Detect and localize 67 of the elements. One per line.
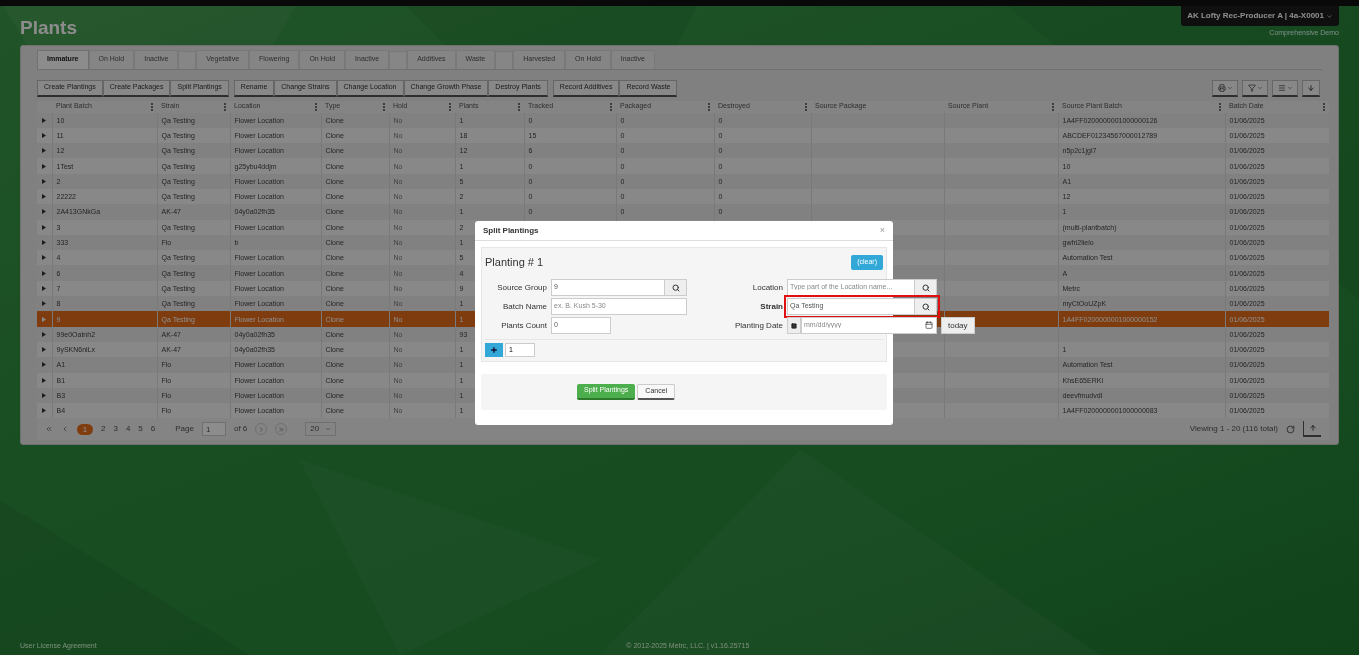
field-label: Batch Name	[501, 300, 547, 313]
page-link[interactable]: 2	[101, 423, 106, 436]
expand-arrow-icon[interactable]	[42, 377, 47, 383]
calendar-icon	[791, 322, 797, 329]
field-label: Location	[751, 281, 783, 294]
page-link[interactable]: 5	[138, 423, 143, 436]
expand-arrow-icon[interactable]	[42, 194, 47, 200]
expand-arrow-icon[interactable]	[42, 224, 47, 230]
page-count: of 6	[233, 423, 248, 436]
previous-page-icon[interactable]	[61, 425, 69, 434]
planting-title: Planting # 1	[485, 255, 544, 270]
dropdown-button[interactable]	[1212, 79, 1238, 97]
expand-arrow-icon[interactable]	[42, 285, 47, 291]
add-button[interactable]	[485, 342, 503, 357]
printer-icon	[1217, 83, 1226, 92]
field-label: Plants Count	[500, 319, 547, 332]
expand-arrow-icon[interactable]	[42, 132, 47, 138]
page-label: Page	[175, 423, 194, 436]
caret-icon	[1326, 12, 1333, 20]
expand-arrow-icon[interactable]	[42, 117, 47, 123]
plus-icon	[490, 345, 498, 354]
page-link[interactable]: 6	[150, 423, 156, 436]
expand-arrow-icon[interactable]	[42, 178, 47, 184]
expand-arrow-icon[interactable]	[42, 393, 47, 398]
expand-arrow-icon[interactable]	[42, 316, 47, 322]
expand-arrow-icon[interactable]	[42, 163, 47, 169]
page-title: Plants	[20, 16, 78, 40]
first-page-icon[interactable]	[45, 425, 53, 434]
caret-icon	[325, 426, 332, 433]
expand-arrow-icon[interactable]	[42, 408, 47, 414]
search-icon	[921, 283, 930, 292]
field-label: Planting Date	[733, 319, 783, 332]
dialog-title: Split Plantings	[483, 224, 539, 237]
expand-arrow-icon[interactable]	[42, 148, 47, 154]
expand-arrow-icon[interactable]	[42, 209, 47, 215]
expand-arrow-icon[interactable]	[42, 362, 47, 368]
dropdown-button[interactable]	[1272, 79, 1298, 97]
page-size-select[interactable]: 20	[305, 422, 337, 437]
dropdown-button[interactable]	[1242, 79, 1268, 97]
page-link[interactable]: 1	[77, 423, 93, 435]
search-icon	[671, 283, 680, 292]
filter-icon	[1247, 83, 1256, 92]
refresh-icon[interactable]	[1286, 424, 1295, 434]
arrow-down-icon	[1307, 83, 1315, 92]
expand-arrow-icon[interactable]	[42, 270, 47, 276]
field-label: Strain	[759, 300, 783, 313]
arrow-up-icon	[1308, 424, 1317, 433]
expand-arrow-icon[interactable]	[42, 240, 47, 245]
calendar-icon	[925, 321, 933, 329]
field-label: Source Group	[496, 281, 547, 294]
account-dropdown[interactable]: AK Lofty Rec-Producer A | 4a-X0001	[1181, 6, 1339, 26]
today-button[interactable]: today	[941, 317, 975, 334]
expand-arrow-icon[interactable]	[42, 347, 47, 353]
page-input[interactable]: 1	[201, 422, 226, 437]
download-button[interactable]	[1302, 79, 1320, 97]
expand-arrow-icon[interactable]	[42, 301, 47, 307]
menu-icon	[1277, 83, 1286, 92]
caret-icon	[1286, 84, 1293, 91]
expand-arrow-icon[interactable]	[42, 331, 47, 337]
page-link[interactable]: 4	[125, 423, 131, 436]
upload-button[interactable]	[1303, 421, 1321, 438]
caret-icon	[1226, 84, 1233, 91]
caret-icon	[1256, 84, 1263, 91]
search-icon	[921, 302, 930, 311]
page-link[interactable]: 3	[113, 423, 118, 436]
expand-arrow-icon[interactable]	[42, 255, 47, 261]
viewing-count: Viewing 1 - 20 (116 total)	[1189, 423, 1278, 436]
